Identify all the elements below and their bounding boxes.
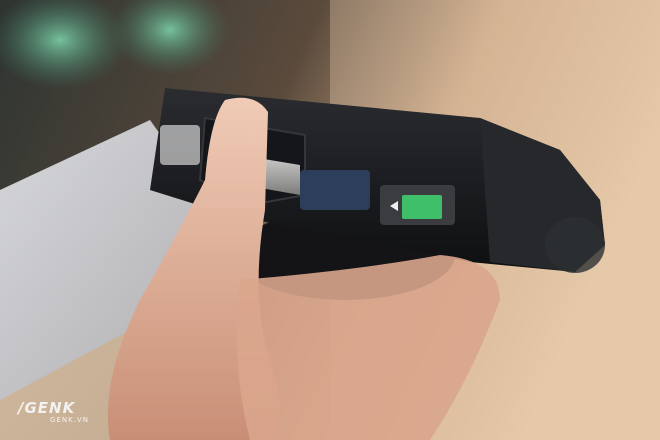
label-sticker (160, 125, 200, 165)
battery-label (402, 195, 442, 219)
watermark-site: GENK.VN (50, 416, 89, 424)
watermark: /GENK GENK.VN (18, 400, 89, 425)
battery-contacts (300, 170, 370, 210)
photo (0, 0, 660, 440)
watermark-brand: /GENK (18, 399, 76, 417)
